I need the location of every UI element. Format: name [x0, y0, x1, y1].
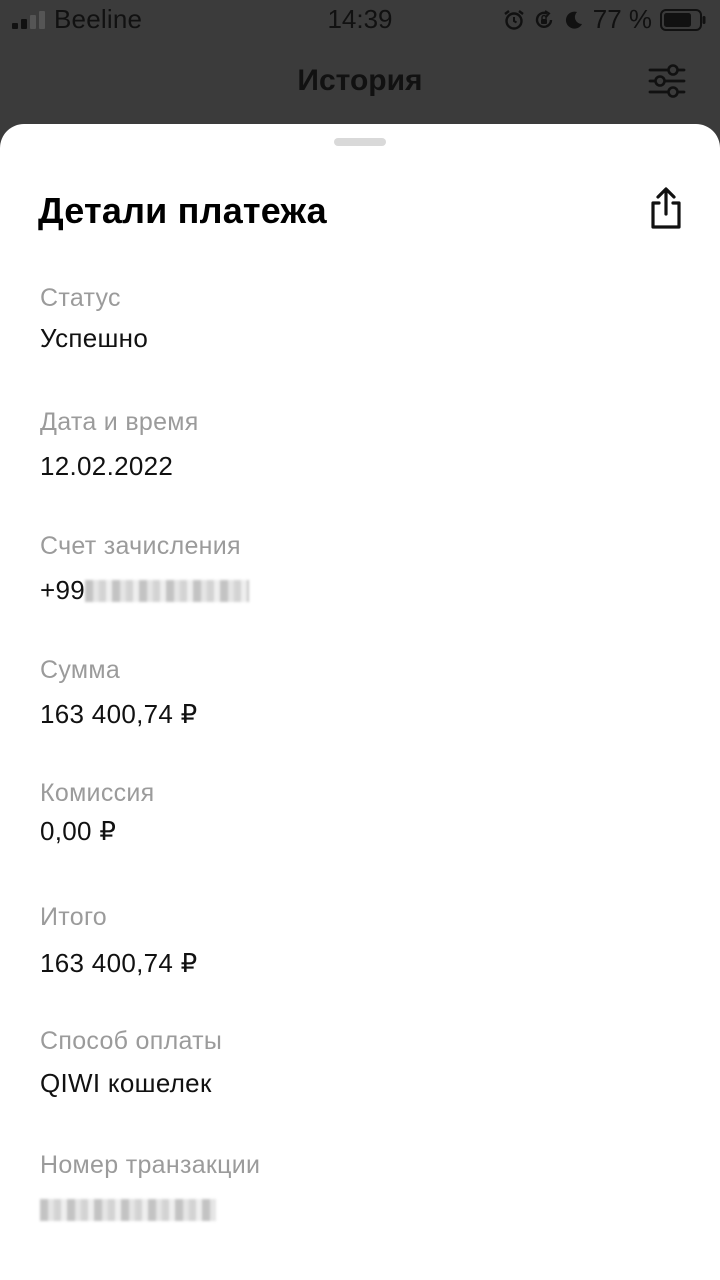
- field-status: Статус Успешно: [40, 284, 148, 354]
- field-amount: Сумма 163 400,74 ₽: [40, 656, 198, 730]
- battery-icon: [660, 8, 706, 31]
- field-label: Комиссия: [40, 779, 155, 807]
- sheet-title: Детали платежа: [38, 190, 327, 231]
- rotation-lock-icon: [535, 9, 552, 28]
- field-payment-method: Способ оплаты QIWI кошелек: [40, 1027, 222, 1099]
- status-bar: Beeline 14:39 77 %: [0, 0, 720, 40]
- field-value: Успешно: [40, 323, 149, 353]
- share-icon[interactable]: [646, 186, 686, 230]
- field-value: 12.02.2022: [40, 451, 174, 481]
- field-total: Итого 163 400,74 ₽: [40, 903, 198, 979]
- battery-percent: 77 %: [592, 4, 652, 34]
- field-label: Дата и время: [40, 408, 199, 436]
- alarm-icon: [504, 9, 524, 30]
- payment-details-sheet: Детали платежа Статус Успешно Дата и вре…: [0, 124, 720, 1280]
- field-account: Счет зачисления +99: [40, 532, 250, 606]
- sliders-icon[interactable]: [648, 62, 686, 100]
- field-label: Способ оплаты: [40, 1027, 223, 1055]
- field-transaction-number: Номер транзакции: [40, 1151, 260, 1225]
- field-value-row: +99: [40, 575, 250, 606]
- redacted-account-number: [85, 580, 250, 602]
- field-label: Итого: [40, 903, 108, 931]
- field-commission: Комиссия 0,00 ₽: [40, 779, 155, 847]
- redacted-transaction-number: [40, 1199, 216, 1221]
- field-label: Счет зачисления: [40, 532, 241, 560]
- moon-icon: [565, 11, 582, 29]
- field-value: QIWI кошелек: [40, 1068, 212, 1098]
- field-label: Статус: [40, 284, 121, 312]
- sheet-grabber[interactable]: [334, 138, 386, 146]
- field-value: 0,00 ₽: [40, 816, 117, 846]
- field-value-row: [40, 1194, 260, 1225]
- navigation-header: История: [0, 40, 720, 124]
- page-title: История: [297, 64, 423, 97]
- field-label: Номер транзакции: [40, 1151, 261, 1179]
- account-number-visible: +99: [40, 575, 86, 605]
- field-value: 163 400,74 ₽: [40, 948, 198, 978]
- field-date-time: Дата и время 12.02.2022: [40, 408, 199, 482]
- field-label: Сумма: [40, 656, 121, 684]
- field-value: 163 400,74 ₽: [40, 699, 198, 729]
